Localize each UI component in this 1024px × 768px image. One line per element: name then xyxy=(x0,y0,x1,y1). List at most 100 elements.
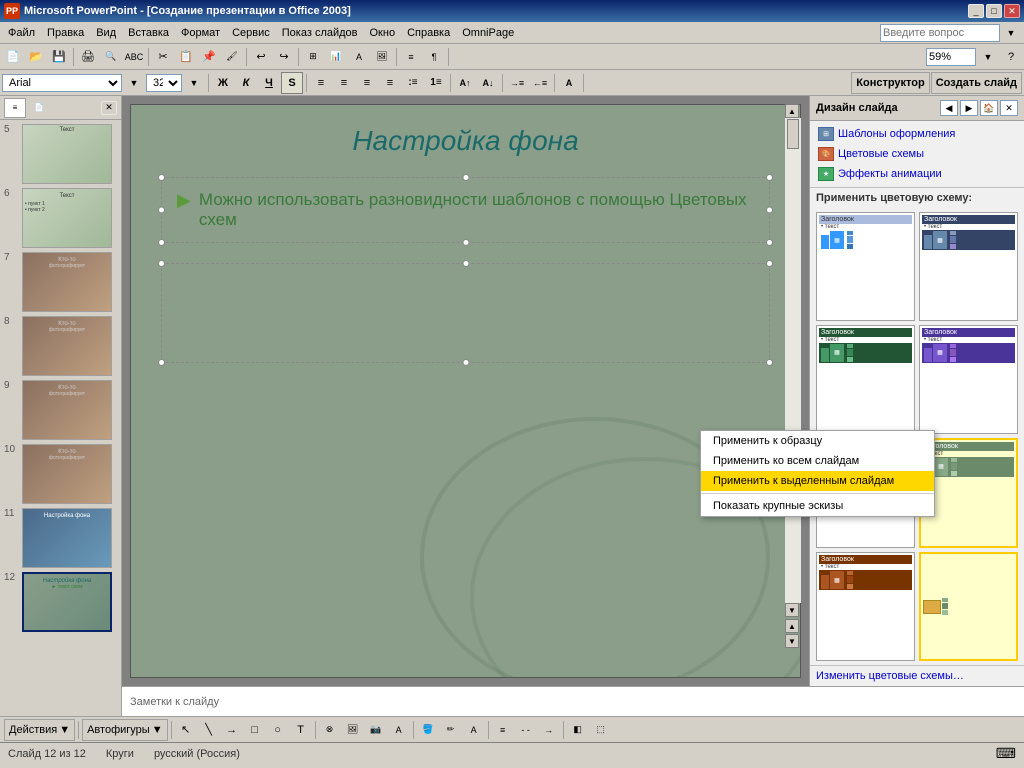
insert-diagram[interactable]: ⊗ xyxy=(319,719,341,741)
notes-bar[interactable]: Заметки к слайду xyxy=(122,686,1024,716)
panel-home-button[interactable]: 🏠 xyxy=(980,100,998,116)
change-color-schemes-link[interactable]: Изменить цветовые схемы… xyxy=(810,665,1024,686)
decrease-indent[interactable]: ←≡ xyxy=(529,72,551,94)
menu-edit[interactable]: Правка xyxy=(41,25,90,41)
context-apply-to-master[interactable]: Применить к образцу xyxy=(701,431,934,451)
slide-thumb-8[interactable]: 8 Кто-то фотографирует xyxy=(4,316,117,376)
actions-button[interactable]: Действия ▼ xyxy=(4,719,75,741)
shadow-effect[interactable]: ◧ xyxy=(567,719,589,741)
preview-button[interactable]: 🔍 xyxy=(100,46,122,68)
scroll-up-button[interactable]: ▲ xyxy=(785,104,799,118)
tab-design-templates[interactable]: ⊞ Шаблоны оформления xyxy=(816,125,1018,143)
slide-canvas[interactable]: Настройка фона ▶ М xyxy=(130,104,801,678)
menu-omnipage[interactable]: OmniPage xyxy=(456,25,520,41)
format-painter[interactable]: 🖌 xyxy=(221,46,243,68)
color-scheme-2[interactable]: Заголовок • текст ▦ xyxy=(919,212,1018,321)
close-panel-button[interactable]: ✕ xyxy=(101,101,117,115)
help-search-input[interactable] xyxy=(880,24,1000,42)
menu-help[interactable]: Справка xyxy=(401,25,456,41)
autoshapes-button[interactable]: Автофигуры ▼ xyxy=(82,719,167,741)
new-button[interactable]: 📄 xyxy=(2,46,24,68)
paste-button[interactable]: 📌 xyxy=(198,46,220,68)
slide-thumb-6[interactable]: 6 Текст • пункт 1• пункт 2 xyxy=(4,188,117,248)
redo-button[interactable]: ↪ xyxy=(273,46,295,68)
slide-thumb-12[interactable]: 12 Настройка фона ► текст схем xyxy=(4,572,117,632)
size-dropdown[interactable]: ▼ xyxy=(183,72,205,94)
copy-button[interactable]: 📋 xyxy=(175,46,197,68)
menu-tools[interactable]: Сервис xyxy=(226,25,276,41)
expand-all[interactable]: ≡ xyxy=(400,46,422,68)
print-button[interactable]: 🖨 xyxy=(77,46,99,68)
text-tool[interactable]: T xyxy=(290,719,312,741)
font-color2[interactable]: A xyxy=(463,719,485,741)
slide-thumb-5[interactable]: 5 Текст xyxy=(4,124,117,184)
fill-color[interactable]: 🪣 xyxy=(417,719,439,741)
align-left[interactable]: ≡ xyxy=(310,72,332,94)
scroll-thumb[interactable] xyxy=(787,119,799,149)
bullets[interactable]: :≡ xyxy=(402,72,424,94)
increase-indent[interactable]: →≡ xyxy=(506,72,528,94)
color-scheme-7[interactable]: Заголовок • текст ▦ xyxy=(816,552,915,661)
numbering[interactable]: 1≡ xyxy=(425,72,447,94)
menu-file[interactable]: Файл xyxy=(2,25,41,41)
arrow-tool[interactable]: → xyxy=(221,719,243,741)
color-scheme-4[interactable]: Заголовок • текст ▦ xyxy=(919,325,1018,434)
context-apply-to-all[interactable]: Применить ко всем слайдам xyxy=(701,451,934,471)
dash-style[interactable]: - - xyxy=(515,719,537,741)
cut-button[interactable]: ✂ xyxy=(152,46,174,68)
arrow-style[interactable]: → xyxy=(538,719,560,741)
italic-button[interactable]: К xyxy=(235,72,257,94)
menu-format[interactable]: Формат xyxy=(175,25,226,41)
oval-tool[interactable]: ○ xyxy=(267,719,289,741)
show-formatting[interactable]: ¶ xyxy=(423,46,445,68)
help-icon[interactable]: ? xyxy=(1000,46,1022,68)
undo-button[interactable]: ↩ xyxy=(250,46,272,68)
next-slide-button[interactable]: ▼ xyxy=(785,634,799,648)
bold-button[interactable]: Ж xyxy=(212,72,234,94)
insert-chart[interactable]: 📊 xyxy=(325,46,347,68)
line-tool[interactable]: ╲ xyxy=(198,719,220,741)
slide-empty-box[interactable] xyxy=(161,263,770,363)
slide-thumb-7[interactable]: 7 Кто-то фотографирует xyxy=(4,252,117,312)
size-selector[interactable]: 32 xyxy=(146,74,182,92)
underline-button[interactable]: Ч xyxy=(258,72,280,94)
3d-effect[interactable]: ⬚ xyxy=(590,719,612,741)
justify[interactable]: ≡ xyxy=(379,72,401,94)
color-scheme-preview-selected[interactable] xyxy=(919,552,1018,661)
align-right[interactable]: ≡ xyxy=(356,72,378,94)
tab-color-schemes[interactable]: 🎨 Цветовые схемы xyxy=(816,145,1018,163)
context-show-large[interactable]: Показать крупные эскизы xyxy=(701,496,934,516)
insert-wordart2[interactable]: A xyxy=(388,719,410,741)
color-scheme-1[interactable]: Заголовок • текст ▦ xyxy=(816,212,915,321)
increase-font[interactable]: A↑ xyxy=(454,72,476,94)
menu-view[interactable]: Вид xyxy=(90,25,122,41)
insert-wordart[interactable]: A xyxy=(348,46,370,68)
slide-thumb-11[interactable]: 11 Настройка фона xyxy=(4,508,117,568)
create-slide-button[interactable]: Создать слайд xyxy=(931,72,1022,94)
outline-tab-button[interactable]: 📄 xyxy=(28,98,50,118)
prev-slide-button[interactable]: ▲ xyxy=(785,619,799,633)
zoom-input[interactable] xyxy=(926,48,976,66)
save-button[interactable]: 💾 xyxy=(48,46,70,68)
insert-photo[interactable]: 📷 xyxy=(365,719,387,741)
slides-tab-button[interactable]: ≡ xyxy=(4,98,26,118)
insert-table[interactable]: ⊞ xyxy=(302,46,324,68)
slide-thumb-9[interactable]: 9 Кто-то фотографирует xyxy=(4,380,117,440)
line-style[interactable]: ≡ xyxy=(492,719,514,741)
font-selector[interactable]: Arial xyxy=(2,74,122,92)
align-center[interactable]: ≡ xyxy=(333,72,355,94)
rect-tool[interactable]: □ xyxy=(244,719,266,741)
insert-clipart[interactable]: 🖼 xyxy=(371,46,393,68)
font-color[interactable]: A xyxy=(558,72,580,94)
decrease-font[interactable]: A↓ xyxy=(477,72,499,94)
font-dropdown[interactable]: ▼ xyxy=(123,72,145,94)
menu-insert[interactable]: Вставка xyxy=(122,25,175,41)
panel-forward-button[interactable]: ▶ xyxy=(960,100,978,116)
select-tool[interactable]: ↖ xyxy=(175,719,197,741)
color-scheme-3[interactable]: Заголовок • текст ▦ xyxy=(816,325,915,434)
line-color[interactable]: ✏ xyxy=(440,719,462,741)
search-button[interactable]: ▼ xyxy=(1000,22,1022,44)
open-button[interactable]: 📂 xyxy=(25,46,47,68)
panel-close-button[interactable]: ✕ xyxy=(1000,100,1018,116)
slide-content-box[interactable]: ▶ Можно использовать разновидности шабло… xyxy=(161,177,770,243)
